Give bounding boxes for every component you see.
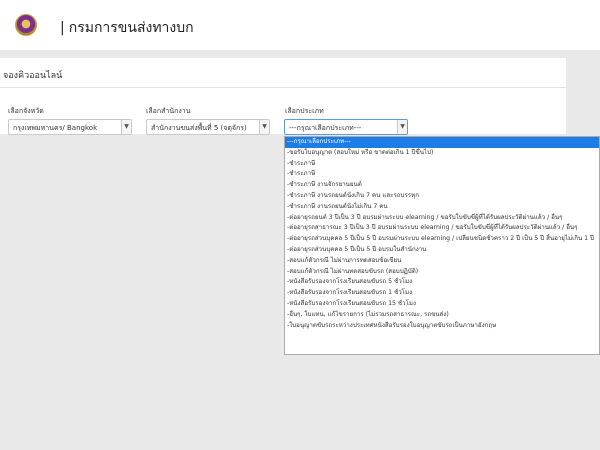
office-select-value: สำนักงานขนส่งพื้นที่ 5 (จตุจักร) (151, 124, 247, 132)
dropdown-option[interactable]: -ใบอนุญาตขับรถระหว่างประเทศหนังสือรับรอง… (285, 321, 599, 332)
chevron-down-icon: ▼ (397, 120, 407, 134)
type-select-value: ---กรุณาเลือกประเภท--- (289, 124, 362, 132)
dropdown-option[interactable]: ---กรุณาเลือกประเภท--- (285, 137, 599, 148)
dropdown-option[interactable]: -อื่นๆ, ใบแทน, แก้ไขรายการ (ไม่รวมรถสาธา… (285, 310, 599, 321)
office-select[interactable]: สำนักงานขนส่งพื้นที่ 5 (จตุจักร) ▼ (146, 119, 270, 135)
dropdown-option[interactable]: -ชำระภาษี งานรถยนต์นั่งไม่เกิน 7 คน (285, 202, 599, 213)
dropdown-option[interactable]: -ชำระภาษี งานจักรยานยนต์ (285, 180, 599, 191)
type-label: เลือกประเภท (285, 107, 324, 115)
dropdown-option[interactable]: -ต่ออายุรถส่วนบุคคล 5 ปีเป็น 5 ปี อบรมใน… (285, 245, 599, 256)
dropdown-option[interactable]: -ชำระภาษี (285, 169, 599, 180)
chevron-down-icon: ▼ (259, 120, 269, 134)
type-select[interactable]: ---กรุณาเลือกประเภท--- ▼ (284, 119, 408, 135)
office-label: เลือกสำนักงาน (146, 107, 191, 115)
dropdown-option[interactable]: -ขอรับใบอนุญาต (สอบใหม่ หรือ ขาดต่อเกิน … (285, 148, 599, 159)
dropdown-option[interactable]: -ต่ออายุรถยนต์ 3 ปีเป็น 3 ปี อบรมผ่านระบ… (285, 213, 599, 224)
dropdown-option[interactable]: -ต่ออายุรถสาธารณะ 3 ปีเป็น 3 ปี อบรมผ่าน… (285, 223, 599, 234)
type-dropdown-list[interactable]: ---กรุณาเลือกประเภท--- -ขอรับใบอนุญาต (สอ… (284, 136, 600, 355)
title-separator: | (60, 20, 65, 36)
page-title: | กรมการขนส่งทางบก (60, 17, 194, 39)
card-title: จองคิวออนไลน์ (3, 71, 63, 81)
dropdown-option[interactable]: -หนังสือรับรองจากโรงเรียนสอนขับรถ 5 ชั่ว… (285, 277, 599, 288)
province-label: เลือกจังหวัด (8, 107, 44, 115)
dropdown-option[interactable]: -ต่ออายุรถส่วนบุคคล 5 ปีเป็น 5 ปี อบรมผ่… (285, 234, 599, 245)
chevron-down-icon: ▼ (121, 120, 131, 134)
dropdown-option[interactable]: -สอบแก้ตัวกรณี ไม่ผ่านการทดสอบข้อเขียน (285, 256, 599, 267)
dropdown-option[interactable]: -ชำระภาษี งานรถยนต์นั่งเกิน 7 คน และรถบร… (285, 191, 599, 202)
divider (0, 87, 566, 88)
header: | กรมการขนส่งทางบก (0, 0, 600, 50)
dropdown-option[interactable]: -หนังสือรับรองจากโรงเรียนสอนขับรถ 15 ชั่… (285, 299, 599, 310)
province-select[interactable]: กรุงเทพมหานคร/ Bangkok ▼ (8, 119, 132, 135)
dropdown-option[interactable]: -หนังสือรับรองจากโรงเรียนสอนขับรถ 1 ชั่ว… (285, 288, 599, 299)
department-seal-logo[interactable] (15, 14, 37, 36)
dropdown-option[interactable]: -ชำระภาษี (285, 159, 599, 170)
dropdown-option[interactable]: -สอบแก้ตัวกรณี ไม่ผ่านทดสอบขับรถ (สอบปฏิ… (285, 267, 599, 278)
site-title: กรมการขนส่งทางบก (68, 20, 194, 36)
province-select-value: กรุงเทพมหานคร/ Bangkok (13, 124, 98, 132)
